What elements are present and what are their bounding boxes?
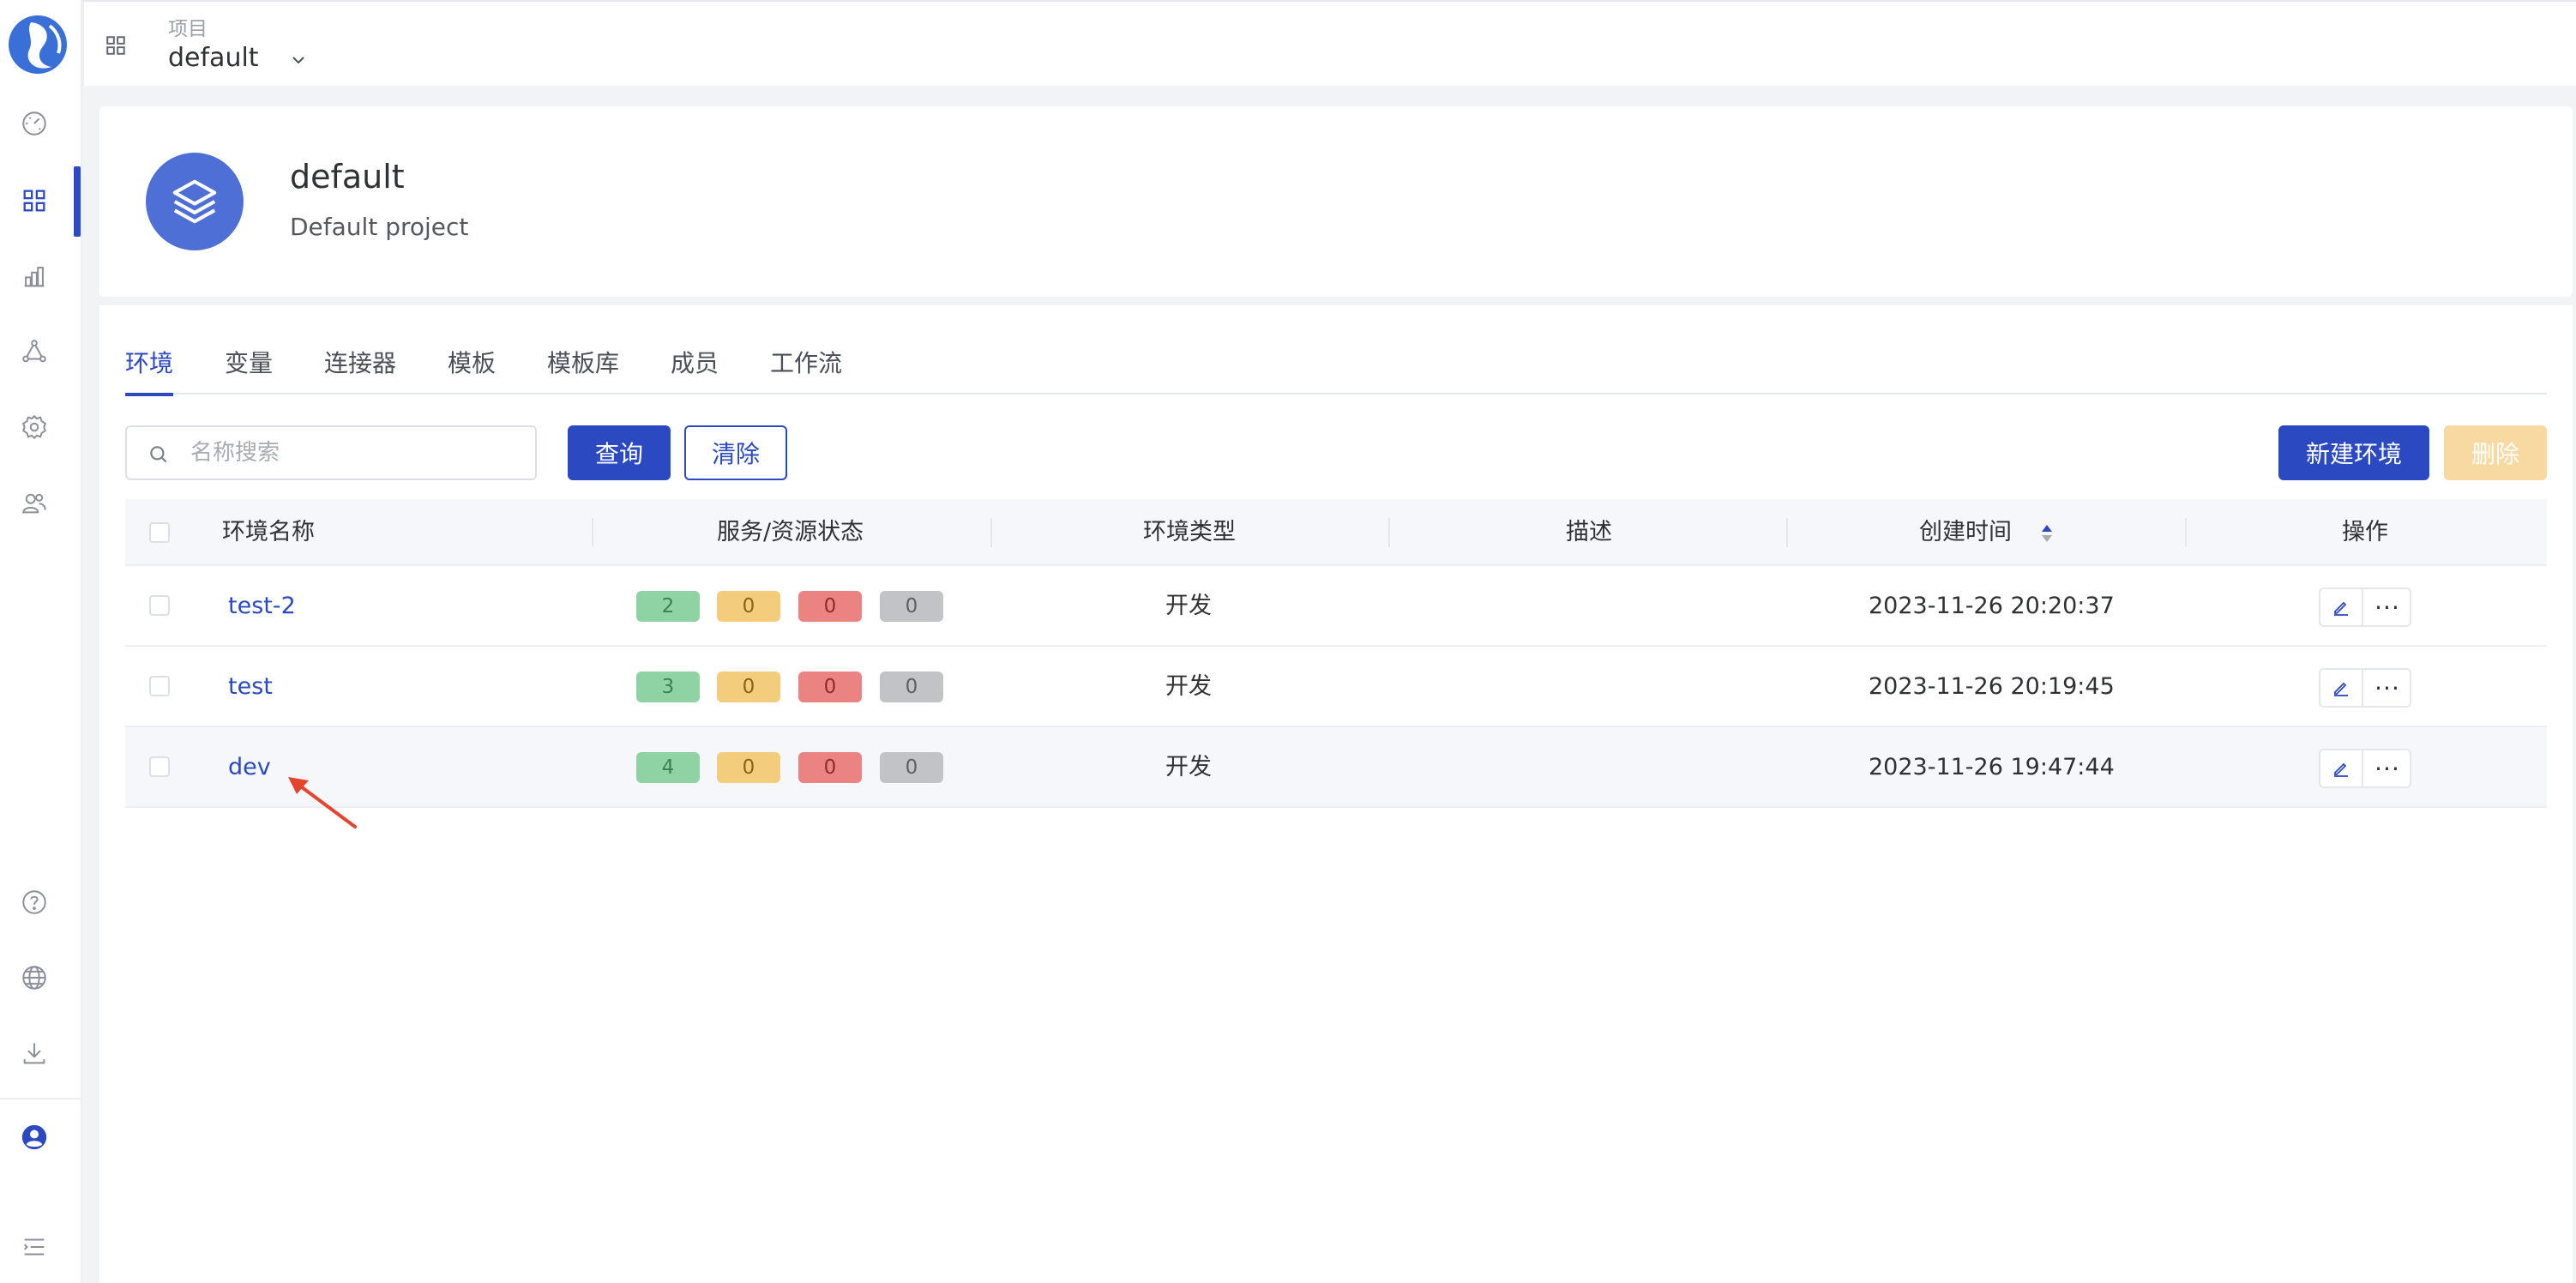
layers-icon <box>172 179 217 224</box>
more-actions-button[interactable]: ··· <box>2365 750 2410 786</box>
status-badge-pending: 0 <box>717 591 780 622</box>
status-badge-error: 0 <box>798 752 862 783</box>
environment-name-link[interactable]: test <box>228 647 273 727</box>
environment-type: 开发 <box>1165 673 1212 700</box>
more-actions-button[interactable]: ··· <box>2365 670 2410 706</box>
tab-template-library[interactable]: 模板库 <box>547 346 619 395</box>
sidebar <box>0 0 82 1283</box>
edit-icon <box>2334 682 2348 696</box>
users-icon[interactable] <box>15 484 53 521</box>
annotation-arrow-icon <box>288 777 357 828</box>
status-badge-unknown: 0 <box>880 591 943 622</box>
column-description: 描述 <box>1566 519 1612 545</box>
edit-button[interactable] <box>2320 670 2363 706</box>
app-logo[interactable] <box>5 12 70 77</box>
created-time: 2023-11-26 20:19:45 <box>1869 673 2115 700</box>
column-type: 环境类型 <box>1143 519 1236 545</box>
created-time: 2023-11-26 20:20:37 <box>1869 593 2115 619</box>
search-field[interactable] <box>125 425 537 480</box>
status-badge-unknown: 0 <box>880 752 943 783</box>
status-badge-pending: 0 <box>717 752 780 783</box>
download-icon[interactable] <box>15 1034 53 1072</box>
user-avatar-icon[interactable] <box>15 1118 53 1156</box>
column-divider <box>1388 518 1390 547</box>
status-badge-error: 0 <box>798 591 862 622</box>
tab-environment[interactable]: 环境 <box>125 346 174 396</box>
more-actions-button[interactable]: ··· <box>2365 589 2410 625</box>
new-environment-button[interactable]: 新建环境 <box>2278 425 2429 480</box>
clear-button[interactable]: 清除 <box>684 425 787 480</box>
select-all-checkbox[interactable] <box>149 522 170 543</box>
table-row[interactable]: dev 4 0 0 0 开发 2023-11-26 19:47:44 ··· <box>125 727 2547 808</box>
column-status: 服务/资源状态 <box>717 519 864 545</box>
column-divider <box>592 518 593 547</box>
help-icon[interactable] <box>15 883 53 921</box>
gear-icon[interactable] <box>15 408 53 446</box>
row-actions: ··· <box>2319 668 2411 708</box>
row-checkbox[interactable] <box>149 676 170 696</box>
project-selector[interactable]: default <box>168 43 259 73</box>
status-badge-unknown: 0 <box>880 672 943 702</box>
search-icon <box>147 443 170 466</box>
column-name: 环境名称 <box>222 519 315 545</box>
delete-button[interactable]: 删除 <box>2444 425 2547 480</box>
project-selector-label: 项目 <box>168 18 208 40</box>
environment-type: 开发 <box>1165 754 1212 780</box>
edit-button[interactable] <box>2320 589 2363 625</box>
column-divider <box>990 518 992 547</box>
status-badge-running: 3 <box>636 672 700 702</box>
topbar-divider <box>82 2 84 87</box>
status-badge-error: 0 <box>798 672 862 702</box>
project-avatar <box>146 153 244 250</box>
sidebar-divider <box>0 1098 81 1099</box>
top-bar: 项目 default <box>82 0 2576 87</box>
row-actions: ··· <box>2319 749 2411 788</box>
column-divider <box>2185 518 2187 547</box>
column-actions: 操作 <box>2342 519 2388 545</box>
tab-connectors[interactable]: 连接器 <box>324 346 396 395</box>
edit-icon <box>2334 601 2348 616</box>
tab-members[interactable]: 成员 <box>671 346 719 395</box>
column-divider <box>1786 518 1788 547</box>
tab-templates[interactable]: 模板 <box>448 346 496 395</box>
tab-bar: 环境 变量 连接器 模板 模板库 成员 工作流 <box>125 346 2547 396</box>
nav-active-indicator <box>74 166 81 237</box>
menu-collapse-icon[interactable] <box>15 1228 53 1266</box>
tab-workflows[interactable]: 工作流 <box>770 346 842 395</box>
table-row[interactable]: test 3 0 0 0 开发 2023-11-26 20:19:45 ··· <box>125 647 2547 727</box>
project-description: Default project <box>290 213 469 241</box>
environment-name-link[interactable]: test-2 <box>228 566 296 647</box>
globe-icon[interactable] <box>15 959 53 997</box>
search-input[interactable] <box>189 436 523 470</box>
environment-name-link[interactable]: dev <box>228 727 271 808</box>
column-created-time[interactable]: 创建时间 <box>1919 499 2012 566</box>
environment-table: 环境名称 服务/资源状态 环境类型 描述 创建时间 操作 test-2 2 0 … <box>125 499 2547 808</box>
project-header-card: default Default project <box>99 106 2573 297</box>
project-title: default <box>290 158 405 196</box>
bar-chart-icon[interactable] <box>15 257 53 295</box>
row-checkbox[interactable] <box>149 595 170 616</box>
sort-icon[interactable] <box>2040 523 2054 544</box>
row-actions: ··· <box>2319 587 2411 627</box>
chevron-down-icon[interactable] <box>288 50 309 70</box>
apps-switcher-icon[interactable] <box>105 34 127 57</box>
tab-variables[interactable]: 变量 <box>225 346 273 395</box>
row-checkbox[interactable] <box>149 756 170 777</box>
created-time: 2023-11-26 19:47:44 <box>1869 754 2115 780</box>
query-button[interactable]: 查询 <box>568 425 671 480</box>
status-badge-running: 4 <box>636 752 700 783</box>
environment-panel: 环境 变量 连接器 模板 模板库 成员 工作流 查询 清除 新建环境 删除 环境… <box>99 305 2573 1283</box>
network-icon[interactable] <box>15 333 53 370</box>
environment-type: 开发 <box>1165 593 1212 619</box>
status-badge-pending: 0 <box>717 672 780 702</box>
dashboard-icon[interactable] <box>15 105 53 142</box>
edit-button[interactable] <box>2320 750 2363 786</box>
status-badge-running: 2 <box>636 591 700 622</box>
apps-grid-icon[interactable] <box>15 182 53 220</box>
table-row[interactable]: test-2 2 0 0 0 开发 2023-11-26 20:20:37 ··… <box>125 566 2547 647</box>
edit-icon <box>2334 762 2348 777</box>
table-header: 环境名称 服务/资源状态 环境类型 描述 创建时间 操作 <box>125 499 2547 566</box>
